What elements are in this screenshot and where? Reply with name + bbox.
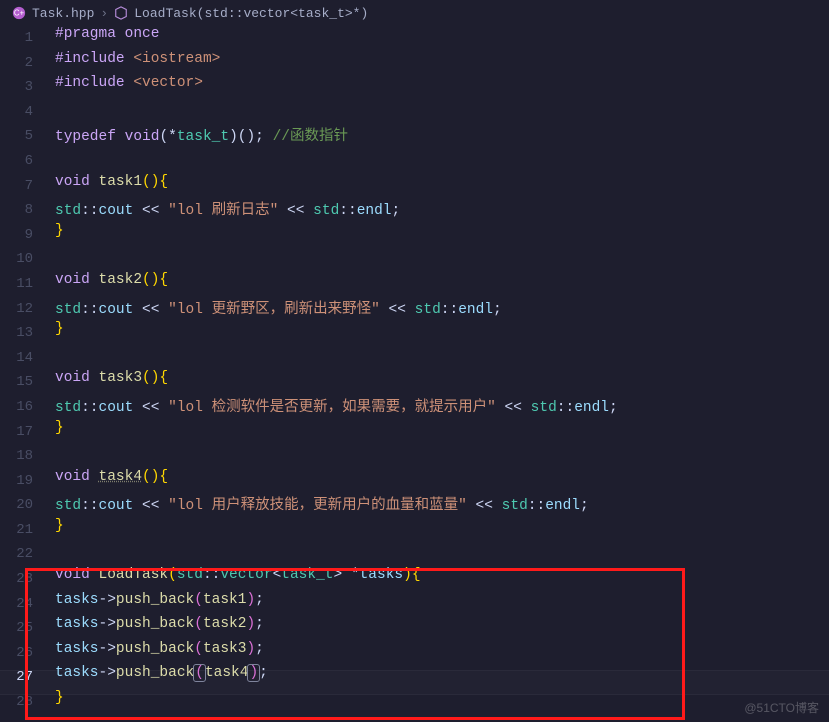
- line-number: 11: [0, 272, 55, 297]
- line-number: 16: [0, 395, 55, 420]
- code-line[interactable]: 17}: [0, 420, 829, 445]
- line-number: 3: [0, 75, 55, 100]
- breadcrumb-symbol[interactable]: LoadTask(std::vector<task_t>*): [134, 6, 368, 21]
- code-line[interactable]: 4: [0, 100, 829, 125]
- line-content[interactable]: tasks->push_back(task2);: [55, 616, 829, 641]
- code-line[interactable]: 26 tasks->push_back(task3);: [0, 641, 829, 666]
- line-number: 9: [0, 223, 55, 248]
- watermark: @51CTO博客: [744, 699, 819, 716]
- line-number: 13: [0, 321, 55, 346]
- code-line[interactable]: 22: [0, 542, 829, 567]
- line-content[interactable]: tasks->push_back(task1);: [55, 592, 829, 617]
- code-line[interactable]: 25 tasks->push_back(task2);: [0, 616, 829, 641]
- line-number: 1: [0, 26, 55, 51]
- line-content[interactable]: void task2(){: [55, 272, 829, 297]
- code-line[interactable]: 15void task3(){: [0, 370, 829, 395]
- line-content[interactable]: [55, 247, 829, 272]
- line-content[interactable]: void task1(){: [55, 174, 829, 199]
- line-number: 17: [0, 420, 55, 445]
- line-content[interactable]: void task4(){: [55, 469, 829, 494]
- code-line[interactable]: 3#include <vector>: [0, 75, 829, 100]
- line-number: 21: [0, 518, 55, 543]
- line-number: 15: [0, 370, 55, 395]
- code-line[interactable]: 9}: [0, 223, 829, 248]
- code-line[interactable]: 27 tasks->push_back(task4);: [0, 665, 829, 690]
- line-number: 4: [0, 100, 55, 125]
- code-line[interactable]: 20 std::cout << "lol 用户释放技能，更新用户的血量和蓝量" …: [0, 493, 829, 518]
- code-line[interactable]: 8 std::cout << "lol 刷新日志" << std::endl;: [0, 198, 829, 223]
- line-number: 25: [0, 616, 55, 641]
- line-number: 7: [0, 174, 55, 199]
- svg-text:C+: C+: [14, 9, 25, 18]
- line-number: 5: [0, 124, 55, 149]
- line-number: 26: [0, 641, 55, 666]
- line-content[interactable]: [55, 100, 829, 125]
- code-line[interactable]: 7void task1(){: [0, 174, 829, 199]
- line-content[interactable]: tasks->push_back(task3);: [55, 641, 829, 666]
- line-content[interactable]: }: [55, 518, 829, 543]
- line-content[interactable]: std::cout << "lol 刷新日志" << std::endl;: [55, 198, 829, 223]
- code-line[interactable]: 16 std::cout << "lol 检测软件是否更新，如果需要，就提示用户…: [0, 395, 829, 420]
- chevron-right-icon: ›: [100, 6, 108, 21]
- line-number: 12: [0, 297, 55, 322]
- line-content[interactable]: }: [55, 690, 829, 715]
- code-line[interactable]: 13}: [0, 321, 829, 346]
- line-content[interactable]: typedef void(*task_t)(); //函数指针: [55, 124, 829, 149]
- line-number: 23: [0, 567, 55, 592]
- line-number: 22: [0, 542, 55, 567]
- line-content[interactable]: void LoadTask(std::vector<task_t> *tasks…: [55, 567, 829, 592]
- code-line[interactable]: 2#include <iostream>: [0, 51, 829, 76]
- line-content[interactable]: [55, 542, 829, 567]
- line-content[interactable]: }: [55, 420, 829, 445]
- cube-symbol-icon: [114, 6, 128, 20]
- line-content[interactable]: [55, 444, 829, 469]
- code-line[interactable]: 23void LoadTask(std::vector<task_t> *tas…: [0, 567, 829, 592]
- code-line[interactable]: 11void task2(){: [0, 272, 829, 297]
- line-content[interactable]: #include <iostream>: [55, 51, 829, 76]
- line-content[interactable]: std::cout << "lol 更新野区，刷新出来野怪" << std::e…: [55, 297, 829, 322]
- code-line[interactable]: 10: [0, 247, 829, 272]
- line-number: 14: [0, 346, 55, 371]
- cpp-file-icon: C+: [12, 6, 26, 20]
- line-content[interactable]: }: [55, 321, 829, 346]
- line-content[interactable]: [55, 346, 829, 371]
- line-number: 8: [0, 198, 55, 223]
- code-line[interactable]: 21}: [0, 518, 829, 543]
- code-line[interactable]: 6: [0, 149, 829, 174]
- line-number: 10: [0, 247, 55, 272]
- line-content[interactable]: void task3(){: [55, 370, 829, 395]
- code-line[interactable]: 24 tasks->push_back(task1);: [0, 592, 829, 617]
- line-content[interactable]: std::cout << "lol 用户释放技能，更新用户的血量和蓝量" << …: [55, 493, 829, 518]
- code-line[interactable]: 19void task4(){: [0, 469, 829, 494]
- line-content[interactable]: std::cout << "lol 检测软件是否更新，如果需要，就提示用户" <…: [55, 395, 829, 420]
- code-line[interactable]: 18: [0, 444, 829, 469]
- line-number: 2: [0, 51, 55, 76]
- code-line[interactable]: 5typedef void(*task_t)(); //函数指针: [0, 124, 829, 149]
- line-content[interactable]: [55, 149, 829, 174]
- breadcrumb-file[interactable]: Task.hpp: [32, 6, 94, 21]
- breadcrumb[interactable]: C+ Task.hpp › LoadTask(std::vector<task_…: [0, 0, 829, 26]
- line-content[interactable]: tasks->push_back(task4);: [55, 665, 829, 690]
- code-line[interactable]: 1#pragma once: [0, 26, 829, 51]
- line-content[interactable]: #include <vector>: [55, 75, 829, 100]
- line-content[interactable]: #pragma once: [55, 26, 829, 51]
- line-content[interactable]: }: [55, 223, 829, 248]
- code-line[interactable]: 28}: [0, 690, 829, 715]
- line-number: 27: [0, 665, 55, 690]
- code-editor[interactable]: 1#pragma once2#include <iostream>3#inclu…: [0, 26, 829, 715]
- line-number: 28: [0, 690, 55, 715]
- code-line[interactable]: 12 std::cout << "lol 更新野区，刷新出来野怪" << std…: [0, 297, 829, 322]
- line-number: 18: [0, 444, 55, 469]
- line-number: 24: [0, 592, 55, 617]
- line-number: 19: [0, 469, 55, 494]
- line-number: 20: [0, 493, 55, 518]
- code-line[interactable]: 14: [0, 346, 829, 371]
- line-number: 6: [0, 149, 55, 174]
